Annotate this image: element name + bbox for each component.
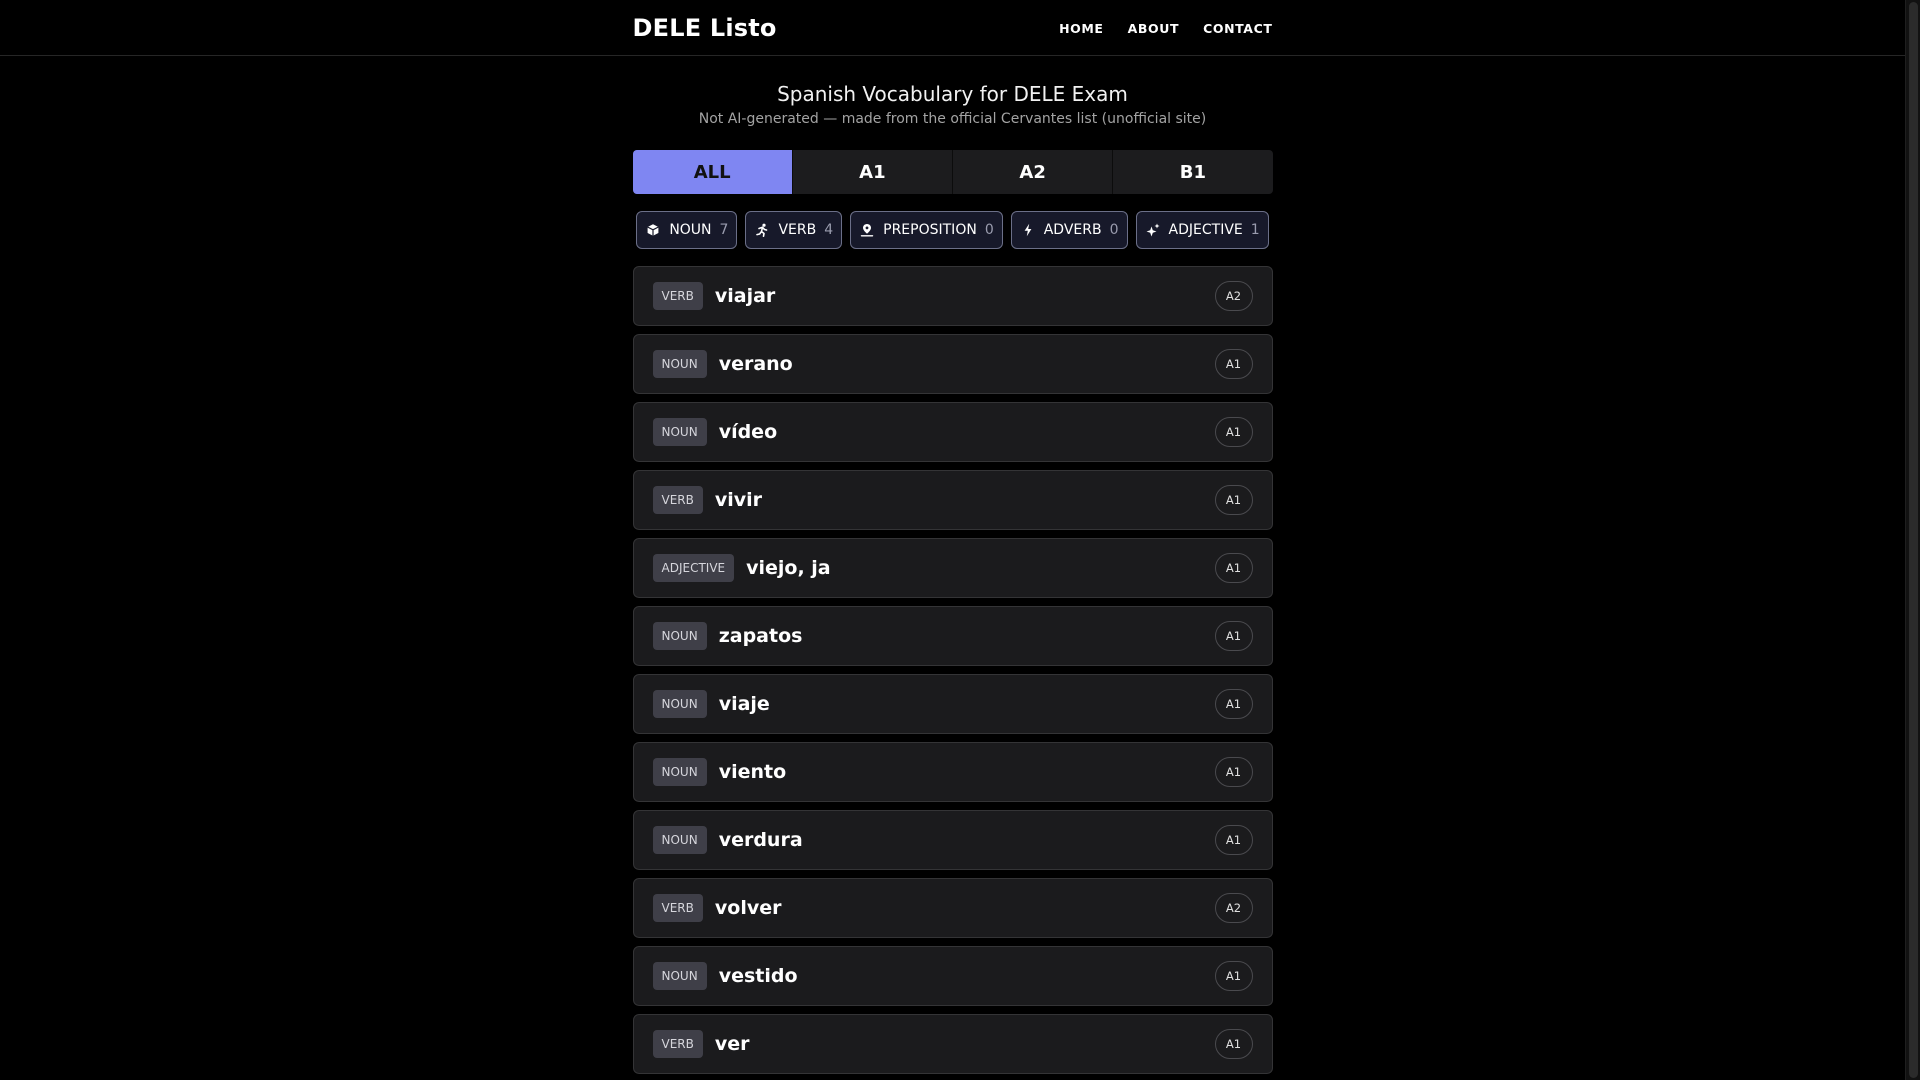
word-type-badge: ADJECTIVE [652,554,735,582]
word-row[interactable]: VERB vivir A1 [632,470,1273,530]
word-level-badge: A1 [1214,485,1253,515]
filter-count: 1 [1250,222,1260,238]
word-type-badge: VERB [652,486,703,514]
word-level-badge: A1 [1214,1029,1253,1059]
word-level-badge: A1 [1214,417,1253,447]
word-type-badge: NOUN [652,758,707,786]
running-person-icon [755,223,769,237]
nav-about[interactable]: ABOUT [1128,21,1180,36]
word-text: viaje [718,693,770,715]
word-level-badge: A1 [1214,553,1253,583]
scrollbar-thumb[interactable] [1909,2,1918,1078]
word-type-badge: NOUN [652,826,707,854]
word-type-badge: VERB [652,282,703,310]
page-subtitle: Not AI-generated — made from the officia… [698,111,1207,127]
word-row[interactable]: NOUN vestido A1 [632,946,1273,1006]
word-level-badge: A1 [1214,621,1253,651]
main-content: Spanish Vocabulary for DELE Exam Not AI-… [632,82,1273,1074]
word-text: viajar [714,285,776,307]
word-type-badge: NOUN [652,962,707,990]
site-header: DELE Listo HOME ABOUT CONTACT [0,0,1905,56]
filter-adverb[interactable]: ADVERB 0 [1010,211,1128,249]
filter-count: 0 [984,222,994,238]
word-level-badge: A1 [1214,689,1253,719]
word-text: viejo, ja [746,557,831,579]
word-text: verdura [718,829,803,851]
page: DELE Listo HOME ABOUT CONTACT Spanish Vo… [0,0,1905,1080]
word-level-badge: A1 [1214,349,1253,379]
word-level-badge: A1 [1214,961,1253,991]
word-row[interactable]: NOUN viento A1 [632,742,1273,802]
word-text: zapatos [718,625,803,647]
word-type-badge: VERB [652,1030,703,1058]
word-row[interactable]: NOUN zapatos A1 [632,606,1273,666]
nav-home[interactable]: HOME [1059,21,1103,36]
word-text: ver [714,1033,750,1055]
word-text: verano [718,353,793,375]
word-row[interactable]: VERB ver A1 [632,1014,1273,1074]
filter-verb[interactable]: VERB 4 [745,211,843,249]
filter-label: ADJECTIVE [1168,222,1243,238]
tab-a1[interactable]: A1 [791,150,952,194]
word-text: vídeo [718,421,778,443]
map-pin-icon [860,223,874,237]
filter-adjective[interactable]: ADJECTIVE 1 [1135,211,1269,249]
filter-label: VERB [778,222,817,238]
word-type-badge: NOUN [652,622,707,650]
cube-icon [646,223,660,237]
filter-count: 0 [1109,222,1119,238]
word-row[interactable]: ADJECTIVE viejo, ja A1 [632,538,1273,598]
word-text: vestido [718,965,798,987]
word-list: VERB viajar A2 NOUN verano A1 NOUN vídeo… [632,266,1273,1074]
filter-label: ADVERB [1043,222,1102,238]
filter-count: 7 [719,222,729,238]
filter-preposition[interactable]: PREPOSITION 0 [850,211,1003,249]
word-text: volver [714,897,782,919]
main-nav: HOME ABOUT CONTACT [1059,21,1272,36]
word-row[interactable]: NOUN vídeo A1 [632,402,1273,462]
lightning-icon [1021,223,1035,237]
word-row[interactable]: NOUN viaje A1 [632,674,1273,734]
word-row[interactable]: VERB volver A2 [632,878,1273,938]
word-level-badge: A1 [1214,757,1253,787]
word-level-badge: A1 [1214,825,1253,855]
word-type-badge: NOUN [652,418,707,446]
tab-a2[interactable]: A2 [952,150,1112,194]
filter-label: PREPOSITION [883,222,977,238]
page-scrollbar[interactable] [1905,0,1920,1080]
filter-noun[interactable]: NOUN 7 [636,211,738,249]
level-tabs: ALL A1 A2 B1 [632,150,1273,194]
word-type-badge: NOUN [652,690,707,718]
word-type-badge: NOUN [652,350,707,378]
word-text: vivir [714,489,763,511]
nav-contact[interactable]: CONTACT [1203,21,1272,36]
type-filters: NOUN 7 VERB 4 PREPOSITION 0 ADVERB 0 ADJ… [633,211,1273,249]
word-text: viento [718,761,787,783]
word-row[interactable]: NOUN verano A1 [632,334,1273,394]
intro: Spanish Vocabulary for DELE Exam Not AI-… [633,82,1273,128]
filter-label: NOUN [669,222,712,238]
page-title: Spanish Vocabulary for DELE Exam [777,82,1128,106]
filter-count: 4 [824,222,834,238]
tab-b1[interactable]: B1 [1112,150,1272,194]
word-level-badge: A2 [1214,281,1253,311]
word-level-badge: A2 [1214,893,1253,923]
sparkles-icon [1146,223,1160,237]
word-type-badge: VERB [652,894,703,922]
word-row[interactable]: VERB viajar A2 [632,266,1273,326]
header-inner: DELE Listo HOME ABOUT CONTACT [633,0,1273,56]
tab-all[interactable]: ALL [632,150,792,194]
brand-logo[interactable]: DELE Listo [633,14,777,42]
word-row[interactable]: NOUN verdura A1 [632,810,1273,870]
